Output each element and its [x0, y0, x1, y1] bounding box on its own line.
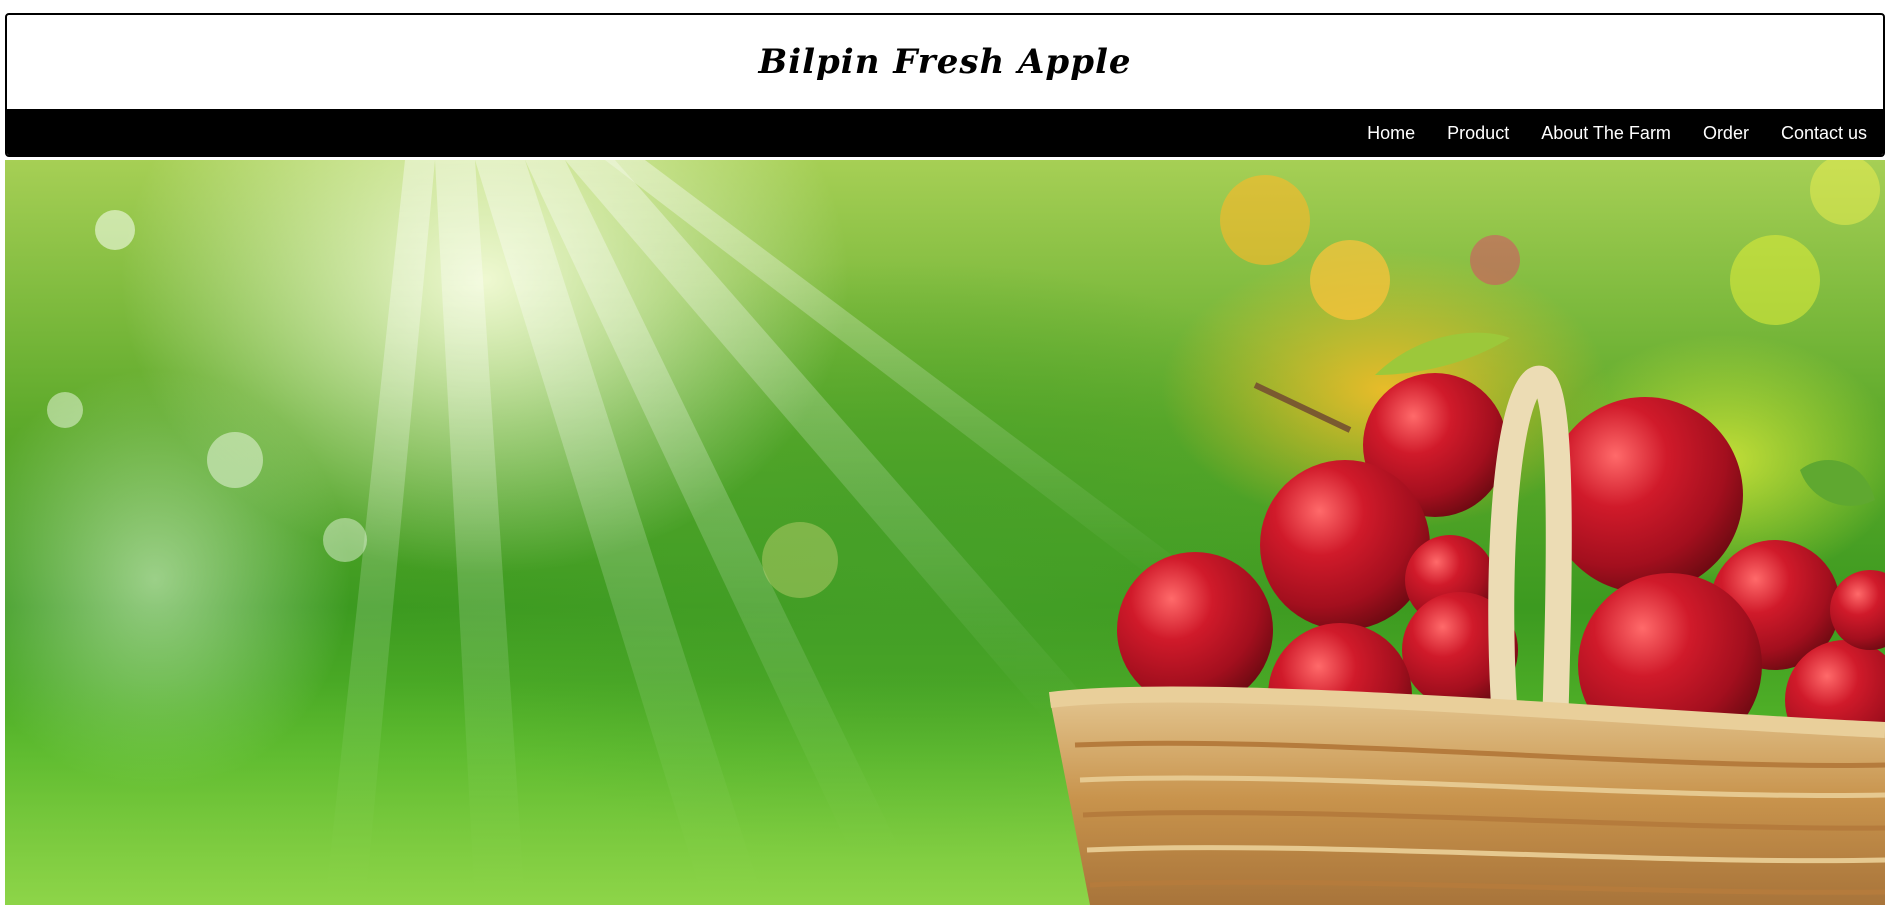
site-title[interactable]: Bilpin Fresh Apple — [758, 42, 1131, 82]
grass-foreground — [5, 680, 1105, 905]
nav-item-contact-us[interactable]: Contact us — [1781, 123, 1867, 144]
nav-item-order[interactable]: Order — [1703, 123, 1749, 144]
basket-handle — [1488, 365, 1572, 731]
brand-bar: Bilpin Fresh Apple — [7, 15, 1883, 109]
hero-banner — [5, 160, 1885, 905]
page: Bilpin Fresh Apple Home Product About Th… — [0, 0, 1891, 920]
nav-item-about-the-farm[interactable]: About The Farm — [1541, 123, 1671, 144]
apple-basket-photo — [5, 160, 1885, 905]
main-nav: Home Product About The Farm Order Contac… — [7, 109, 1883, 155]
nav-item-home[interactable]: Home — [1367, 123, 1415, 144]
site-header: Bilpin Fresh Apple Home Product About Th… — [5, 13, 1885, 157]
nav-item-product[interactable]: Product — [1447, 123, 1509, 144]
wicker-basket — [1048, 686, 1885, 905]
